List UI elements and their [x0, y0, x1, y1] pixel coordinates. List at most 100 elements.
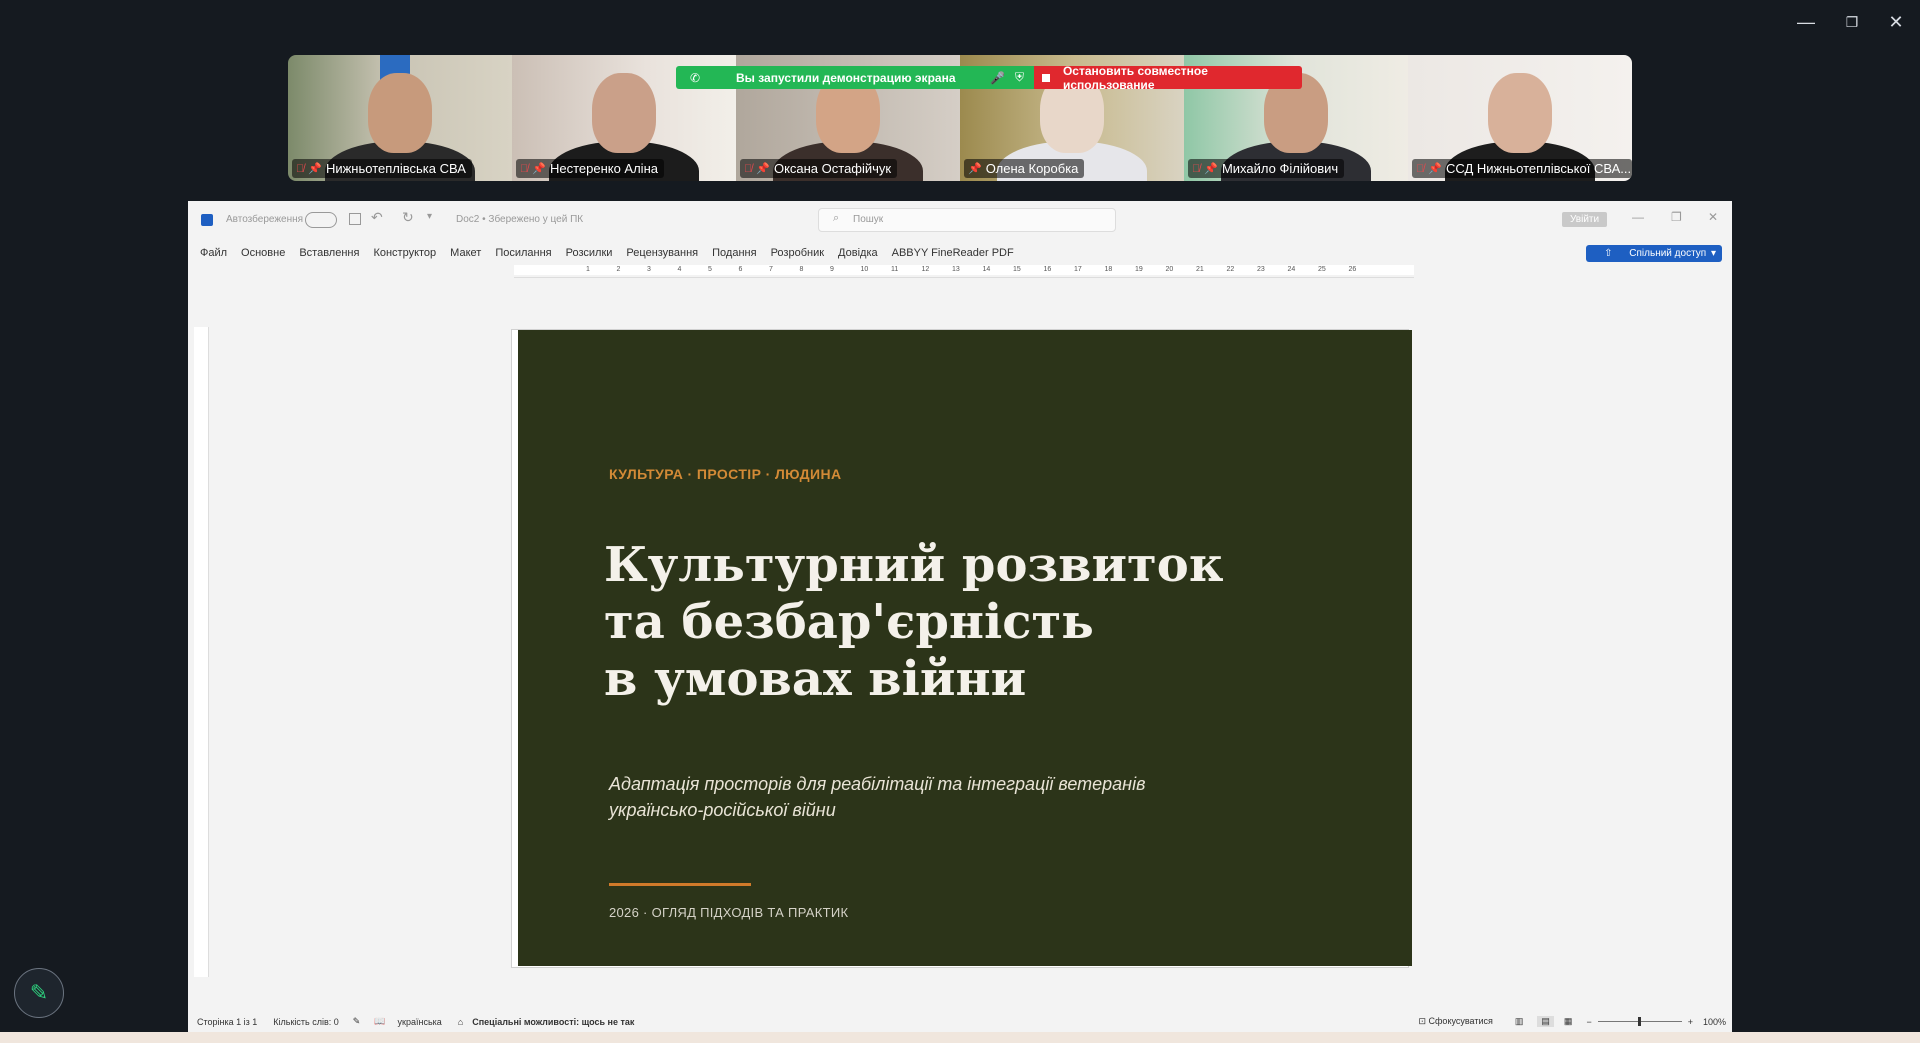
slide-title-line: та безбар'єрність: [604, 594, 1094, 650]
pencil-icon: ✎: [29, 980, 49, 1005]
ruler-number: 22: [1226, 266, 1235, 273]
zoom-level[interactable]: 100%: [1703, 1017, 1726, 1027]
share-button[interactable]: ⇧ Спільний доступ ▾: [1586, 244, 1722, 262]
search-box[interactable]: ⌕ Пошук: [818, 208, 1116, 232]
screen-share-banner: ✆ Вы запустили демонстрацию экрана 🎤 ⛨: [676, 66, 1034, 89]
save-icon[interactable]: [349, 213, 361, 225]
ruler-number: 25: [1318, 266, 1326, 273]
tab-review[interactable]: Рецензування: [626, 247, 698, 259]
mic-icon[interactable]: 🎤: [990, 71, 1005, 85]
zoom-out-icon[interactable]: −: [1586, 1017, 1591, 1027]
ruler-number: 2: [616, 266, 621, 273]
web-layout-icon[interactable]: ▦: [1564, 1016, 1573, 1027]
zoom-in-icon[interactable]: +: [1688, 1017, 1693, 1027]
autosave-toggle[interactable]: [305, 212, 337, 228]
participant-nametag: 🎙̸ 📌 Михайло Філійович: [1188, 159, 1345, 178]
tab-help[interactable]: Довідка: [838, 247, 878, 259]
ruler-number: 16: [1043, 266, 1052, 273]
tab-abbyy[interactable]: ABBYY FineReader PDF: [892, 247, 1014, 259]
ruler-number: 7: [769, 266, 773, 273]
tab-file[interactable]: Файл: [200, 247, 227, 259]
word-titlebar: Автозбереження ↶ ↻ ▾ Doc2 • Збережено у …: [188, 201, 1732, 239]
word-close-icon[interactable]: ✕: [1708, 210, 1718, 224]
autosave-label: Автозбереження: [226, 214, 304, 225]
quick-access-dropdown[interactable]: ▾: [427, 211, 432, 222]
mic-muted-icon: 🎙̸: [296, 162, 305, 175]
document-title[interactable]: Doc2 • Збережено у цей ПК: [456, 214, 583, 225]
tab-view[interactable]: Подання: [712, 247, 756, 259]
ruler-number: 13: [952, 266, 960, 273]
mic-muted-icon: 🎙̸: [744, 162, 753, 175]
participant-nametag: 🎙̸ 📌 Оксана Остафійчук: [740, 159, 898, 178]
slide-title-line: Культурний розвиток: [604, 537, 1224, 593]
book-icon[interactable]: 📖: [374, 1016, 385, 1027]
participant-name: Нижньотеплівська СВА: [325, 161, 466, 176]
page-count[interactable]: Сторінка 1 із 1: [197, 1017, 257, 1027]
print-layout-icon[interactable]: ▤: [1537, 1016, 1554, 1027]
minimize-button[interactable]: —: [1786, 10, 1826, 34]
pin-icon: 📌: [532, 163, 546, 175]
tab-layout[interactable]: Макет: [450, 247, 481, 259]
mic-muted-icon: 🎙̸: [1192, 162, 1201, 175]
tab-design[interactable]: Конструктор: [373, 247, 436, 259]
participant-nametag: 🎙̸ 📌 ССД Нижньотеплівської СВА...: [1412, 159, 1632, 178]
tab-insert[interactable]: Вставлення: [299, 247, 359, 259]
participant-nametag: 📌 Олена Коробка: [964, 159, 1085, 178]
stop-icon: [1042, 73, 1050, 82]
slide-title: Культурний розвиток та безбар'єрність в …: [604, 537, 1223, 708]
word-logo-icon: [201, 214, 213, 226]
vertical-ruler[interactable]: [194, 327, 209, 977]
share-status-text: Вы запустили демонстрацию экрана: [736, 70, 956, 85]
pin-icon: 📌: [756, 163, 770, 175]
accessibility-label[interactable]: Спеціальні можливості: щось не так: [472, 1017, 634, 1027]
accent-rule: [609, 883, 751, 886]
pin-icon: 📌: [1428, 163, 1442, 175]
focus-button[interactable]: ⊡ Сфокусуватися: [1418, 1016, 1492, 1027]
focus-label: Сфокусуватися: [1428, 1016, 1493, 1026]
tab-developer[interactable]: Розробник: [771, 247, 824, 259]
slide-subtitle-line: українсько-російської війни: [609, 800, 836, 820]
ruler-number: 21: [1196, 266, 1204, 273]
ruler-number: 11: [891, 266, 899, 273]
participant-tile[interactable]: 🎙̸ 📌 ССД Нижньотеплівської СВА...: [1408, 55, 1632, 181]
horizontal-ruler[interactable]: 1 2 3 4 5 6 7 8 9 10 11 12 13 14 15 16 17 18 19 20 21 22 23 24 2…: [514, 263, 1414, 278]
redo-icon[interactable]: ↻: [402, 209, 414, 226]
ruler-number: 23: [1257, 266, 1265, 273]
sign-in-button[interactable]: Увійти: [1562, 212, 1608, 227]
word-count[interactable]: Кількість слів: 0: [273, 1017, 338, 1027]
ruler-number: 3: [647, 266, 651, 273]
pin-icon: 📌: [968, 163, 982, 175]
read-mode-icon[interactable]: ▥: [1515, 1016, 1524, 1027]
tab-references[interactable]: Посилання: [495, 247, 551, 259]
search-placeholder: Пошук: [853, 214, 884, 225]
proofing-icon[interactable]: ✎: [353, 1016, 361, 1027]
ruler-number: 10: [860, 266, 869, 273]
zoom-slider[interactable]: [1597, 1017, 1682, 1026]
word-minimize-icon[interactable]: —: [1632, 210, 1644, 224]
tab-home[interactable]: Основне: [241, 247, 285, 259]
slide-subtitle-line: Адаптація просторів для реабілітації та …: [609, 774, 1146, 794]
ruler-number: 1: [586, 266, 590, 273]
participant-tile[interactable]: 🎙̸ 📌 Нижньотеплівська СВА: [288, 55, 512, 181]
participant-name: Нестеренко Аліна: [549, 161, 658, 176]
participant-video: [1488, 73, 1552, 153]
word-restore-icon[interactable]: ❐: [1671, 210, 1682, 224]
ruler-number: 4: [677, 266, 682, 273]
stop-share-button[interactable]: Остановить совместное использование: [1034, 64, 1302, 92]
mic-muted-icon: 🎙̸: [520, 162, 529, 175]
restore-button[interactable]: ❐: [1832, 10, 1872, 34]
zoom-slider-thumb[interactable]: [1637, 1017, 1641, 1026]
title-slide-image: КУЛЬТУРА · ПРОСТІР · ЛЮДИНА Культурний р…: [518, 330, 1412, 966]
ruler-number: 6: [738, 266, 743, 273]
bottom-strip: [0, 1032, 1920, 1043]
ruler-number: 24: [1287, 266, 1296, 273]
participant-nametag: 🎙̸ 📌 Нижньотеплівська СВА: [292, 159, 472, 178]
tab-mailings[interactable]: Розсилки: [566, 247, 613, 259]
language-label[interactable]: українська: [398, 1017, 442, 1027]
ruler-number: 8: [799, 266, 804, 273]
ruler-number: 9: [830, 266, 834, 273]
close-button[interactable]: ✕: [1876, 10, 1916, 34]
annotate-pencil-button[interactable]: ✎: [14, 968, 64, 1018]
accessibility-icon[interactable]: ⌂: [458, 1017, 463, 1027]
undo-icon[interactable]: ↶: [371, 209, 383, 226]
